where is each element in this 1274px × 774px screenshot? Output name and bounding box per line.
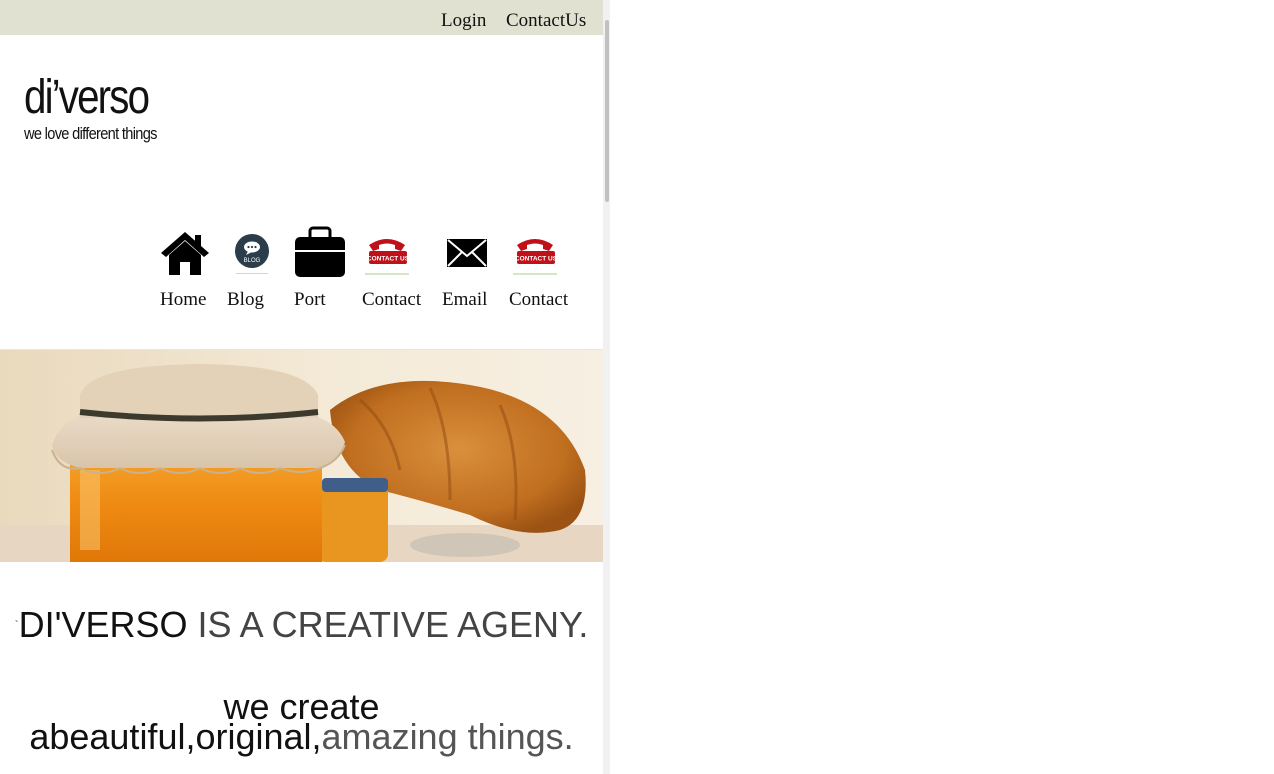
nav-label-home: Home (160, 289, 207, 310)
blog-icon: BLOG (235, 234, 269, 274)
hero-image (0, 350, 603, 562)
top-bar: Login ContactUs (0, 0, 603, 35)
blog-badge-text: BLOG (244, 258, 261, 264)
contact-badge-text: CONTACT US (367, 256, 410, 263)
headline-rest: IS A CREATIVE AGENY. (187, 604, 589, 645)
contact-us-link[interactable]: ContactUs (506, 10, 586, 32)
headline: `DI'VERSO IS A CREATIVE AGENY. (0, 607, 603, 643)
tagline-line-2-light: amazing things. (321, 716, 574, 757)
logo-tagline: we love different things (24, 124, 157, 143)
nav-label-blog: Blog (227, 289, 264, 310)
envelope-icon (447, 239, 487, 267)
home-icon (161, 232, 209, 275)
headline-brand: DI'VERSO (18, 604, 188, 645)
nav-label-email: Email (442, 289, 488, 310)
scrollbar-thumb[interactable] (605, 20, 609, 202)
vertical-scrollbar[interactable] (603, 0, 610, 774)
contact-phone-icon: CONTACT US (365, 239, 410, 275)
login-link[interactable]: Login (441, 10, 486, 32)
tagline-line-2: abeautiful,original,amazing things. (0, 719, 603, 755)
contact-badge-text: CONTACT US (515, 256, 558, 263)
page-viewport: Login ContactUs di’verso we love differe… (0, 0, 603, 774)
nav-label-port: Port (294, 289, 326, 310)
briefcase-icon (295, 226, 345, 277)
nav-label-contact-2: Contact (509, 289, 569, 310)
logo-wordmark: di’verso (24, 71, 150, 124)
tagline-line-2-dark: abeautiful,original, (29, 716, 322, 757)
contact-phone-icon: CONTACT US (513, 239, 558, 275)
nav-label-contact: Contact (362, 289, 422, 310)
